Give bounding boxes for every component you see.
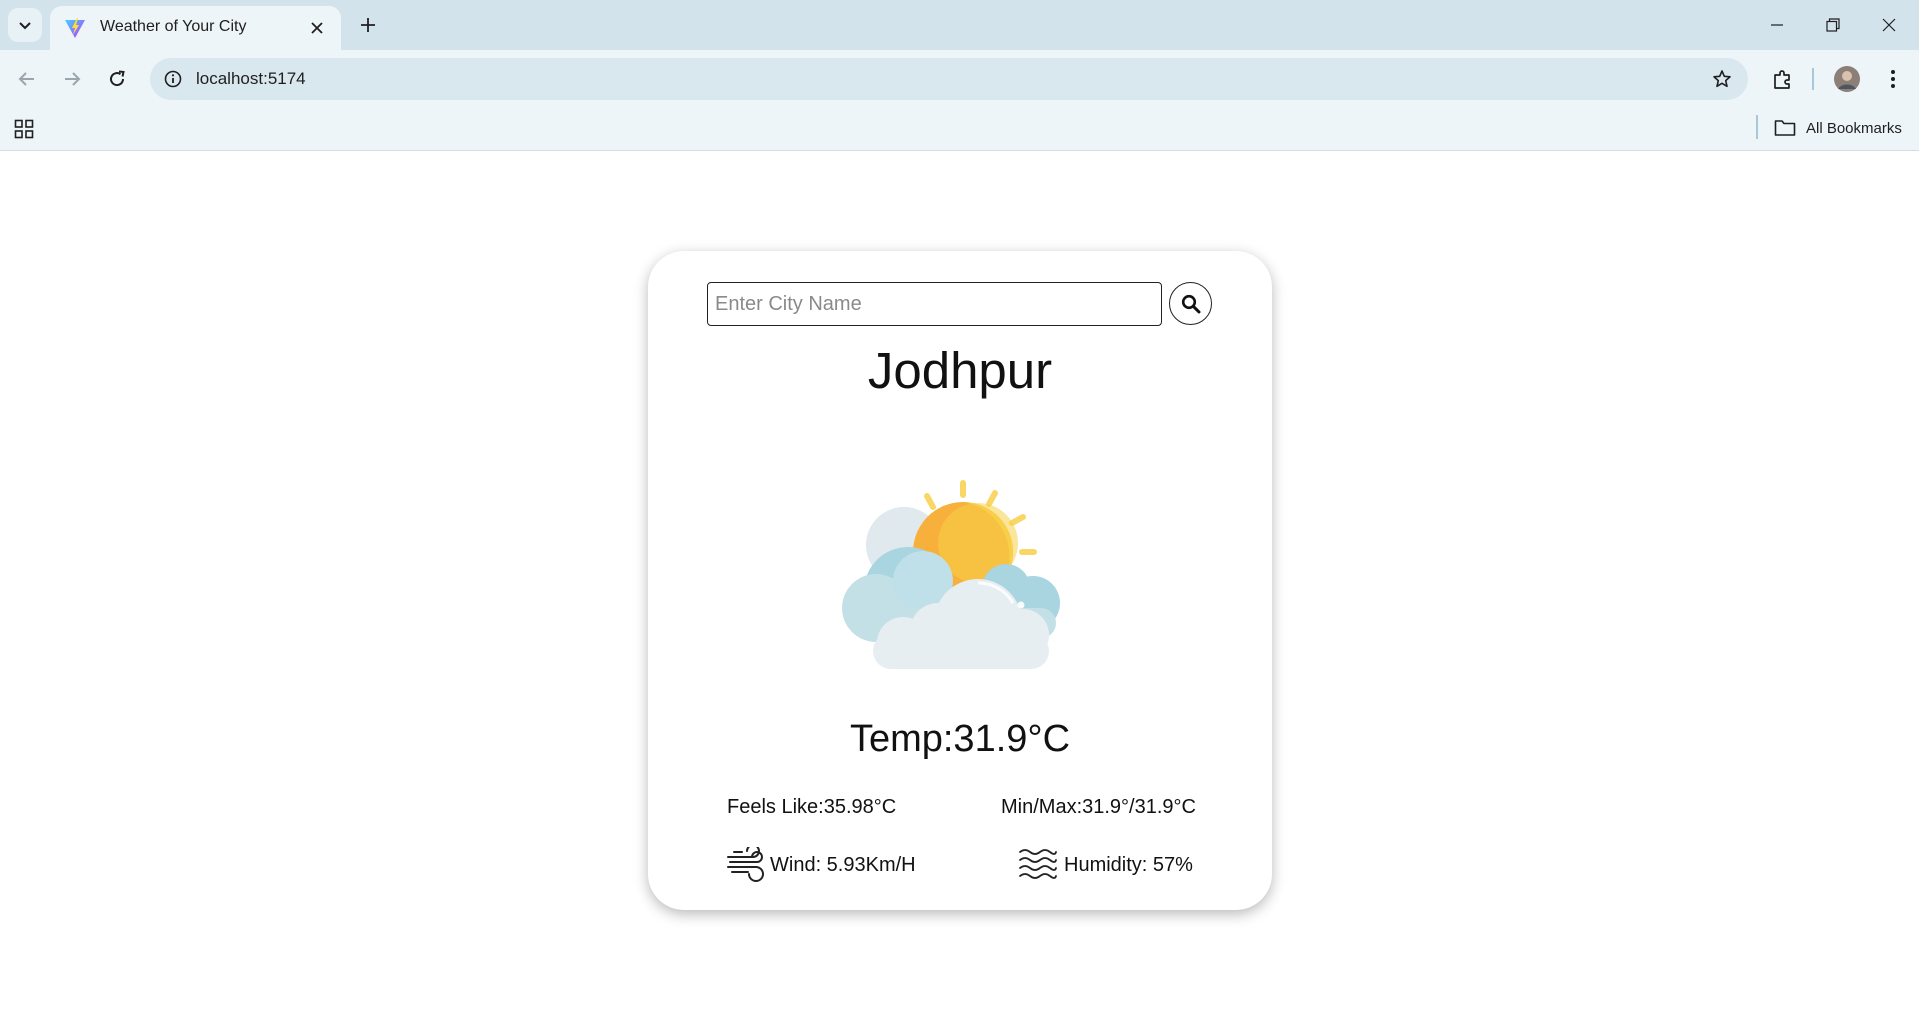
bookmarks-bar: All Bookmarks [0, 107, 1919, 151]
arrow-left-icon [18, 72, 34, 86]
wind-label: Wind: 5.93Km/H [770, 853, 916, 876]
info-icon [164, 70, 182, 88]
city-name: Jodhpur [867, 342, 1053, 399]
page-viewport: Jodhpur [0, 151, 1919, 1015]
minimize-icon [1771, 24, 1783, 26]
new-tab-button[interactable] [352, 9, 384, 41]
min-max-text: Min/Max:31.9°/31.9°C [1001, 796, 1196, 818]
search-icon [1181, 294, 1200, 313]
toolbar-divider [1812, 68, 1814, 90]
puzzle-icon [1774, 70, 1790, 89]
url-text[interactable]: localhost:5174 [196, 69, 306, 89]
plus-icon [361, 18, 375, 32]
humidity-label: Humidity: 57% [1064, 853, 1193, 876]
restore-button[interactable] [1805, 0, 1861, 50]
humidity-row: Humidity: 57% [1018, 847, 1193, 883]
arrow-right-icon [65, 72, 81, 86]
partly-cloudy-sun-icon [842, 480, 1060, 669]
waves-icon [1019, 849, 1057, 879]
site-info-button[interactable] [160, 66, 186, 92]
city-search-input[interactable] [707, 282, 1162, 326]
weather-card: Jodhpur [648, 251, 1272, 910]
chrome-menu-button[interactable] [1876, 62, 1910, 96]
all-bookmarks-button[interactable]: All Bookmarks [1774, 115, 1902, 141]
close-window-button[interactable] [1861, 0, 1917, 50]
reload-button[interactable] [100, 62, 134, 96]
back-button[interactable] [10, 62, 44, 96]
tab-title: Weather of Your City [100, 18, 247, 35]
star-icon [1713, 70, 1731, 88]
tab-active[interactable]: Weather of Your City [50, 6, 341, 50]
close-icon [1882, 18, 1896, 32]
forward-button[interactable] [55, 62, 89, 96]
restore-icon [1826, 18, 1840, 32]
more-vertical-icon [1891, 70, 1895, 88]
browser-tabstrip: Weather of Your City [0, 0, 1919, 50]
wind-icon [727, 847, 764, 882]
chevron-down-icon [19, 22, 31, 30]
feels-like-text: Feels Like:35.98°C [727, 796, 897, 818]
bookmarks-divider [1756, 115, 1758, 139]
extensions-button[interactable] [1766, 62, 1800, 96]
address-bar[interactable]: localhost:5174 [150, 58, 1748, 100]
minimize-button[interactable] [1749, 0, 1805, 50]
all-bookmarks-label: All Bookmarks [1806, 119, 1902, 137]
tab-close-button[interactable] [305, 16, 329, 40]
bookmark-star-button[interactable] [1708, 65, 1736, 93]
wind-row: Wind: 5.93Km/H [726, 847, 916, 883]
apps-grid-icon [14, 119, 34, 139]
reload-icon [110, 70, 125, 87]
vite-logo-icon [65, 18, 85, 38]
close-icon [311, 22, 323, 34]
search-button[interactable] [1169, 282, 1212, 325]
avatar [1834, 66, 1860, 92]
temperature-text: Temp:31.9°C [849, 718, 1071, 760]
folder-icon [1774, 120, 1796, 136]
apps-button[interactable] [12, 117, 36, 141]
profile-button[interactable] [1830, 62, 1864, 96]
tab-search-button[interactable] [8, 8, 42, 42]
